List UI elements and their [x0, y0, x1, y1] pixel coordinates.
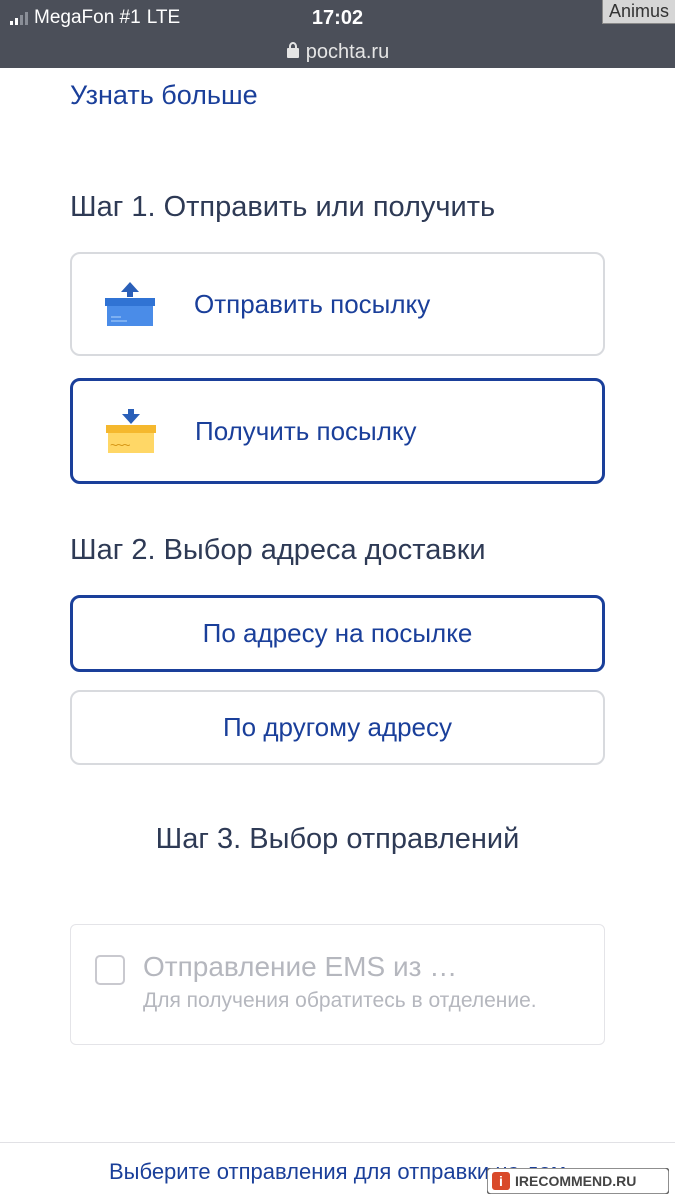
option-address-on-parcel[interactable]: По адресу на посылке — [70, 595, 605, 672]
clock: 17:02 — [312, 7, 363, 30]
carrier-name: MegaFon #1 — [34, 7, 141, 29]
shipment-title: Отправление EMS из … — [143, 951, 580, 983]
url-text: pochta.ru — [306, 41, 389, 64]
send-box-icon — [102, 280, 158, 328]
shipment-checkbox[interactable] — [95, 955, 125, 985]
status-left: MegaFon #1 LTE — [10, 7, 180, 29]
option-receive-parcel[interactable]: Получить посылку — [70, 378, 605, 484]
option-send-label: Отправить посылку — [194, 289, 430, 320]
svg-text:i: i — [499, 1173, 503, 1189]
step3-title: Шаг 3. Выбор отправлений — [156, 823, 520, 856]
lock-icon — [286, 41, 300, 64]
page-content: Узнать больше Шаг 1. Отправить или получ… — [0, 68, 675, 1045]
shipment-card[interactable]: Отправление EMS из … Для получения обрат… — [70, 924, 605, 1045]
step1-title: Шаг 1. Отправить или получить — [70, 191, 605, 224]
signal-icon — [10, 11, 28, 25]
option-send-parcel[interactable]: Отправить посылку — [70, 252, 605, 356]
learn-more-link[interactable]: Узнать больше — [70, 76, 605, 151]
network-type: LTE — [147, 7, 180, 29]
status-bar: MegaFon #1 LTE 17:02 — [0, 0, 675, 36]
shipment-subtitle: Для получения обратитесь в отделение. — [143, 987, 580, 1014]
option-other-address[interactable]: По другому адресу — [70, 690, 605, 765]
site-watermark: i IRECOMMEND.RU — [487, 1168, 669, 1194]
receive-box-icon — [103, 407, 159, 455]
option-receive-label: Получить посылку — [195, 416, 417, 447]
option-other-address-label: По другому адресу — [223, 712, 452, 743]
option-address-on-parcel-label: По адресу на посылке — [203, 618, 473, 649]
watermark-tag: Animus — [602, 0, 675, 24]
svg-text:IRECOMMEND.RU: IRECOMMEND.RU — [515, 1173, 636, 1189]
step2-title: Шаг 2. Выбор адреса доставки — [70, 534, 605, 567]
browser-url-bar[interactable]: pochta.ru — [0, 36, 675, 68]
